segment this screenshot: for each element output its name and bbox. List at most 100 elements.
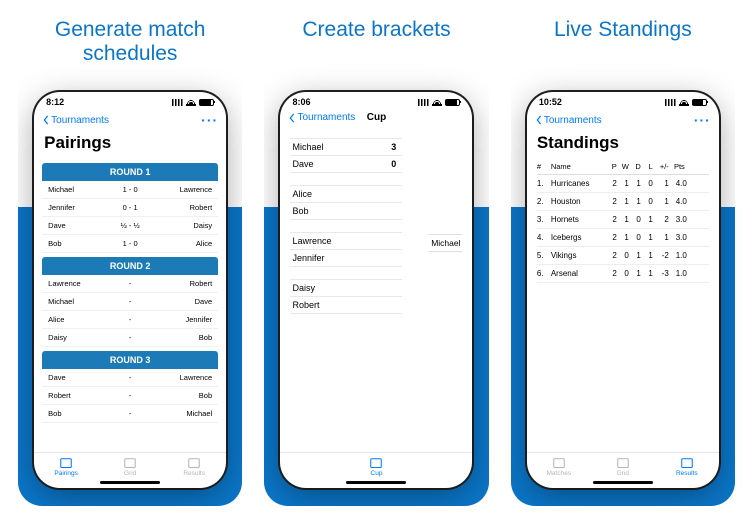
cell-pts: 1.0: [669, 251, 687, 260]
score-2: 0: [391, 159, 400, 169]
tab-pairings[interactable]: Pairings: [34, 457, 98, 477]
cell-w: 1: [617, 215, 629, 224]
back-button[interactable]: Tournaments: [535, 115, 602, 126]
cell-l: 1: [641, 251, 653, 260]
score-1: 3: [391, 142, 400, 152]
home-indicator[interactable]: [346, 481, 406, 484]
home-indicator[interactable]: [100, 481, 160, 484]
nav-bar: Tournaments Cup: [280, 109, 472, 126]
tab-bar: MatchesGridResults: [527, 452, 719, 479]
bracket-match[interactable]: DaisyRobert: [290, 279, 402, 314]
match-row[interactable]: Alice-Jennifer: [42, 311, 218, 329]
player-1: Michael: [292, 142, 323, 152]
cell-gd: 1: [653, 233, 669, 242]
column-header: +/-: [653, 162, 669, 171]
tab-grid[interactable]: Grid: [591, 457, 655, 477]
chevron-left-icon: [42, 115, 50, 125]
column-header: P: [605, 162, 617, 171]
more-button[interactable]: ···: [694, 112, 711, 128]
match-row[interactable]: Robert-Bob: [42, 387, 218, 405]
bracket-next-slot[interactable]: Michael: [429, 234, 462, 252]
cell-gd: 1: [653, 179, 669, 188]
tab-icon: [680, 457, 694, 469]
cell-w: 1: [617, 179, 629, 188]
player-1: Bob: [48, 409, 112, 418]
cell-pts: 1.0: [669, 269, 687, 278]
cell-d: 1: [629, 179, 641, 188]
standings-row[interactable]: 4.Icebergs210113.0: [537, 229, 709, 247]
back-button[interactable]: Tournaments: [42, 115, 109, 126]
caption-standings: Live Standings: [511, 8, 735, 46]
cell-pts: 3.0: [669, 215, 687, 224]
wifi-icon: [432, 99, 442, 106]
status-bar: 8:06: [280, 92, 472, 109]
nav-bar: Tournaments ···: [527, 109, 719, 131]
match-row[interactable]: Bob1 - 0Alice: [42, 235, 218, 253]
cell-l: 1: [641, 215, 653, 224]
match-row[interactable]: Michael1 - 0Lawrence: [42, 181, 218, 199]
battery-icon: [692, 99, 707, 106]
standings-row[interactable]: 3.Hornets210123.0: [537, 211, 709, 229]
cell-rank: 5.: [537, 251, 551, 260]
column-header: L: [641, 162, 653, 171]
status-indicators: [172, 99, 214, 106]
score: -: [112, 373, 148, 382]
cell-p: 2: [605, 269, 617, 278]
tab-matches[interactable]: Matches: [527, 457, 591, 477]
back-button[interactable]: Tournaments: [288, 112, 355, 123]
player-2: Robert: [148, 203, 212, 212]
column-header: W: [617, 162, 629, 171]
cell-l: 0: [641, 197, 653, 206]
player-1: Michael: [48, 297, 112, 306]
standings-row[interactable]: 1.Hurricanes211014.0: [537, 175, 709, 193]
match-row[interactable]: Jennifer0 - 1Robert: [42, 199, 218, 217]
signal-icon: [418, 99, 429, 106]
round-header: ROUND 2: [42, 257, 218, 275]
standings-row[interactable]: 6.Arsenal2011-31.0: [537, 265, 709, 283]
standings-row[interactable]: 2.Houston211014.0: [537, 193, 709, 211]
bracket-content[interactable]: Michael3Dave0AliceBobLawrenceJenniferDai…: [280, 126, 472, 452]
cell-gd: 2: [653, 215, 669, 224]
player-2: Robert: [148, 279, 212, 288]
home-indicator[interactable]: [593, 481, 653, 484]
match-row[interactable]: Michael-Dave: [42, 293, 218, 311]
status-time: 8:12: [46, 97, 64, 107]
tab-label: Results: [162, 470, 226, 477]
cell-d: 1: [629, 197, 641, 206]
standings-content[interactable]: #NamePWDL+/-Pts1.Hurricanes211014.02.Hou…: [527, 159, 719, 452]
cell-p: 2: [605, 197, 617, 206]
phone-pairings: 8:12 Tournaments ··· Pairings ROUND 1Mic…: [34, 92, 226, 488]
phone-brackets: 8:06 Tournaments Cup Michael3Dave0AliceB…: [280, 92, 472, 488]
player-2: Daisy: [148, 221, 212, 230]
tab-results[interactable]: Results: [162, 457, 226, 477]
cell-l: 0: [641, 179, 653, 188]
match-row[interactable]: Bob-Michael: [42, 405, 218, 423]
bracket-match[interactable]: AliceBob: [290, 185, 402, 220]
cell-p: 2: [605, 251, 617, 260]
match-row[interactable]: Dave-Lawrence: [42, 369, 218, 387]
standings-row[interactable]: 5.Vikings2011-21.0: [537, 247, 709, 265]
tab-cup[interactable]: Cup: [346, 457, 406, 477]
caption-brackets: Create brackets: [264, 8, 488, 46]
bracket-match[interactable]: Michael3Dave0: [290, 138, 402, 173]
tab-results[interactable]: Results: [655, 457, 719, 477]
player-1: Lawrence: [292, 236, 331, 246]
tab-label: Cup: [346, 470, 406, 477]
match-row[interactable]: Lawrence-Robert: [42, 275, 218, 293]
match-row[interactable]: Daisy-Bob: [42, 329, 218, 347]
cell-name: Houston: [551, 197, 605, 206]
match-row[interactable]: Dave½ - ½Daisy: [42, 217, 218, 235]
pairings-content[interactable]: ROUND 1Michael1 - 0LawrenceJennifer0 - 1…: [34, 159, 226, 452]
phone-standings: 10:52 Tournaments ··· Standings #NamePWD…: [527, 92, 719, 488]
bracket-match[interactable]: Lawrence Jennifer: [290, 232, 402, 267]
player-1: Jennifer: [48, 203, 112, 212]
tab-icon: [616, 457, 630, 469]
panel-standings: Live Standings 10:52 Tournaments ··· Sta…: [511, 8, 735, 506]
cell-l: 1: [641, 269, 653, 278]
more-button[interactable]: ···: [201, 112, 218, 128]
player-2: Jennifer: [292, 253, 324, 263]
tab-grid[interactable]: Grid: [98, 457, 162, 477]
column-header: #: [537, 162, 551, 171]
score: -: [112, 279, 148, 288]
panel-brackets: Create brackets 8:06 Tournaments Cup Mic…: [264, 8, 488, 506]
